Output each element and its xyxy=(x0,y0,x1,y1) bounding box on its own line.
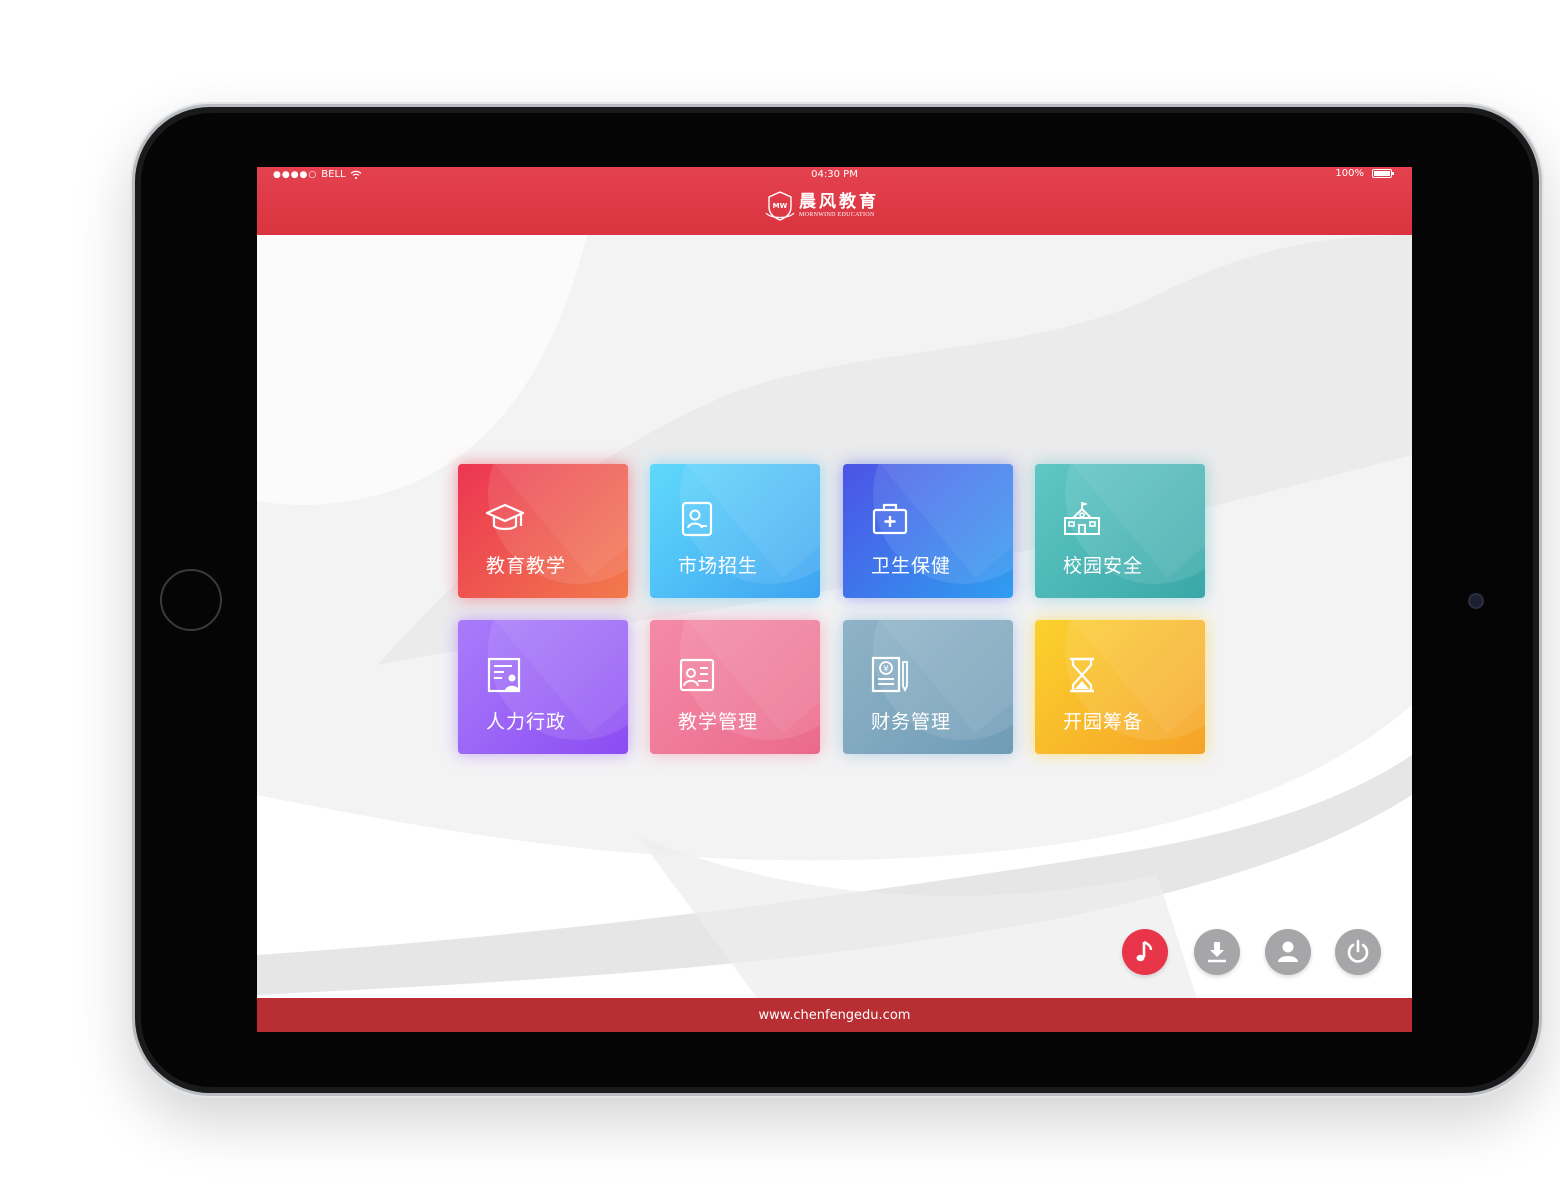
tile-finance-management[interactable]: ¥ 财务管理 xyxy=(843,620,1013,754)
status-bar: ●●●●○ BELL 04:30 PM 100% xyxy=(257,167,1412,185)
tile-hr-admin[interactable]: 人力行政 xyxy=(458,620,628,754)
app-screen: ●●●●○ BELL 04:30 PM 100% MW 晨风教育 MORNWIN… xyxy=(257,167,1412,1032)
battery-icon xyxy=(1372,169,1394,178)
home-button[interactable] xyxy=(160,569,222,631)
tile-label: 卫生保健 xyxy=(871,555,952,577)
tile-label: 教育教学 xyxy=(486,555,567,577)
brand-logo: MW 晨风教育 MORNWIND EDUCATION xyxy=(765,189,879,223)
svg-text:¥: ¥ xyxy=(883,665,889,675)
front-camera xyxy=(1468,593,1484,609)
tile-label: 市场招生 xyxy=(678,555,759,577)
power-icon xyxy=(1347,939,1369,963)
tile-opening-preparation[interactable]: 开园筹备 xyxy=(1035,620,1205,754)
tile-education-teaching[interactable]: 教育教学 xyxy=(458,464,628,598)
tile-campus-safety[interactable]: 校园安全 xyxy=(1035,464,1205,598)
music-note-icon xyxy=(1136,940,1153,962)
tile-teaching-management[interactable]: 教学管理 xyxy=(650,620,820,754)
tile-health-care[interactable]: 卫生保健 xyxy=(843,464,1013,598)
contact-card-icon xyxy=(681,501,713,537)
graduation-cap-icon xyxy=(485,503,525,531)
download-button[interactable] xyxy=(1194,929,1240,975)
tile-label: 校园安全 xyxy=(1063,555,1144,577)
status-right: 100% xyxy=(1335,168,1394,179)
brand-name-zh: 晨风教育 xyxy=(799,192,879,212)
medical-kit-icon xyxy=(872,503,908,535)
user-button[interactable] xyxy=(1265,929,1311,975)
battery-percent: 100% xyxy=(1335,168,1364,179)
tile-label: 财务管理 xyxy=(871,711,952,733)
tile-label: 开园筹备 xyxy=(1063,711,1144,733)
tile-label: 人力行政 xyxy=(486,711,567,733)
background-decoration xyxy=(257,235,1412,998)
user-icon xyxy=(1278,941,1298,962)
finance-ledger-icon: ¥ xyxy=(871,656,908,693)
brand-mark-text: MW xyxy=(773,202,788,210)
personnel-document-icon xyxy=(487,657,521,693)
status-time: 04:30 PM xyxy=(811,169,858,180)
brand-shield-icon: MW xyxy=(765,191,795,221)
tile-label: 教学管理 xyxy=(678,711,759,733)
hourglass-icon xyxy=(1070,657,1094,693)
app-footer: www.chenfengedu.com xyxy=(257,998,1412,1032)
download-icon xyxy=(1208,942,1226,963)
school-building-icon xyxy=(1064,502,1100,535)
footer-website-link[interactable]: www.chenfengedu.com xyxy=(759,1008,911,1023)
brand-name-en: MORNWIND EDUCATION xyxy=(799,212,875,218)
brand-text: 晨风教育 MORNWIND EDUCATION xyxy=(799,193,879,219)
app-header: ●●●●○ BELL 04:30 PM 100% MW 晨风教育 MORNWIN… xyxy=(257,167,1412,235)
teaching-board-icon xyxy=(679,658,715,692)
power-button[interactable] xyxy=(1335,929,1381,975)
music-button[interactable] xyxy=(1122,929,1168,975)
tile-marketing-enrollment[interactable]: 市场招生 xyxy=(650,464,820,598)
